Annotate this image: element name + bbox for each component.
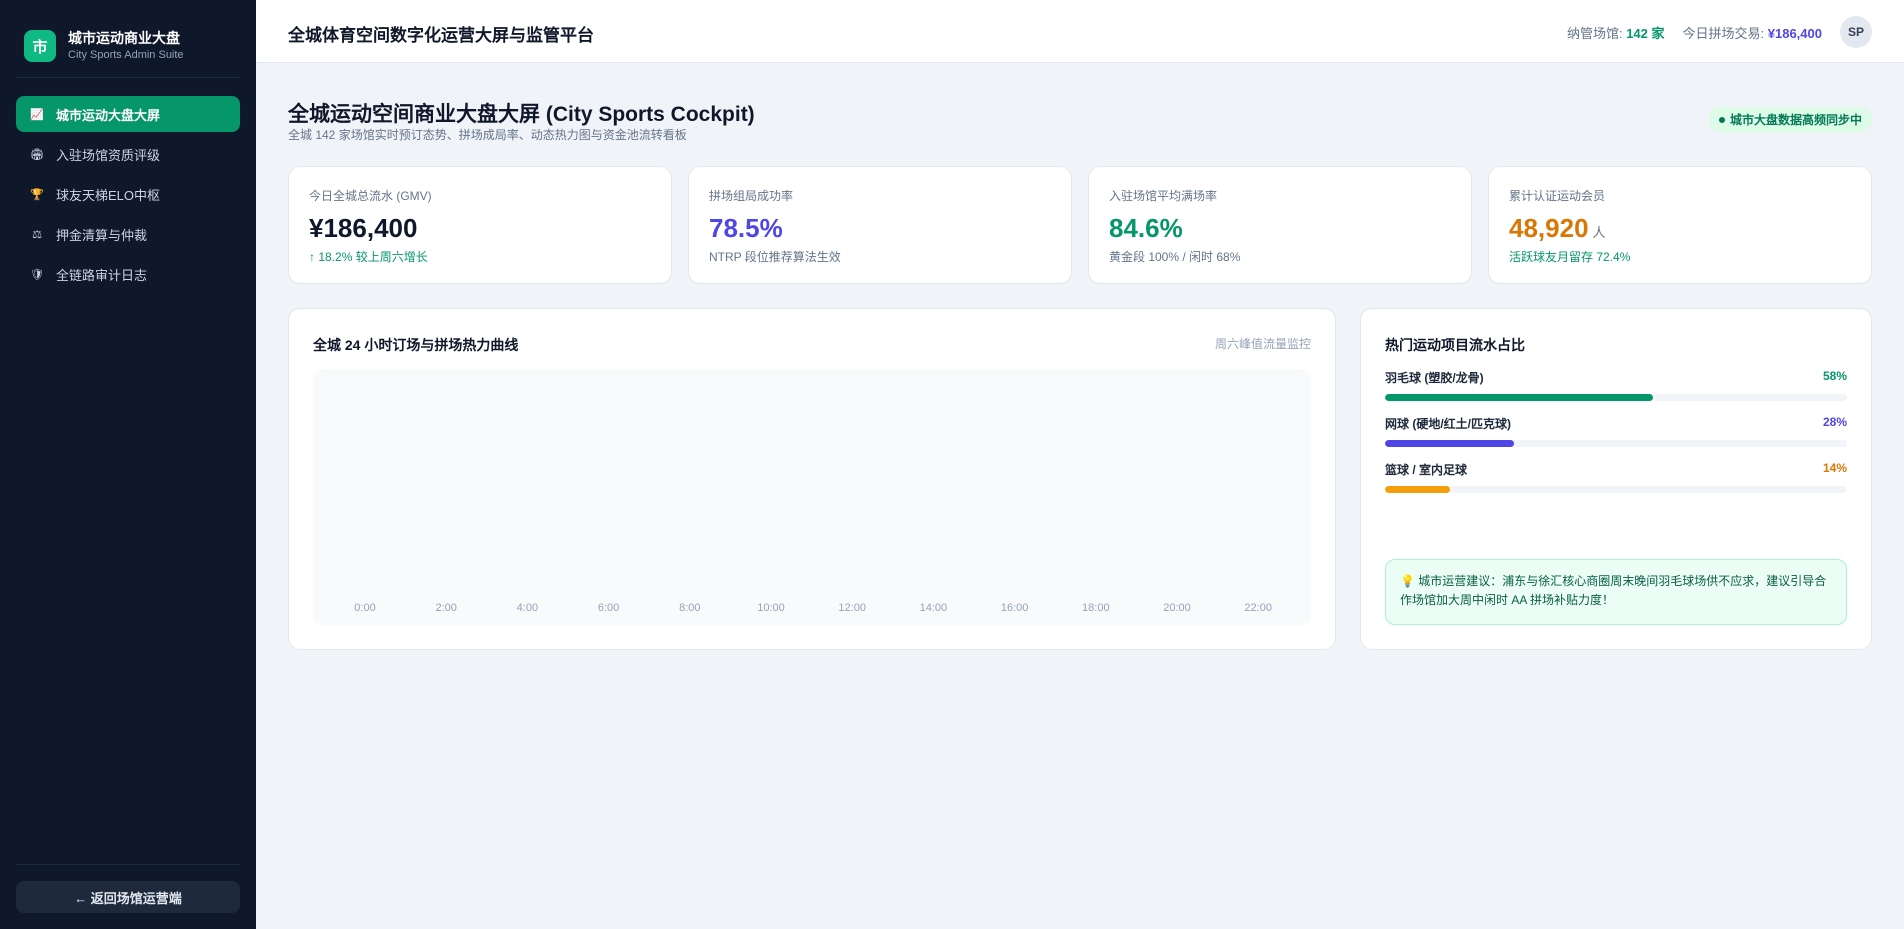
share-track: [1385, 394, 1847, 401]
share-pct: 58%: [1822, 369, 1847, 383]
sidebar-item-venue-rating[interactable]: 🏟 入驻场馆资质评级: [16, 136, 240, 172]
venues-value: 142 家: [1626, 25, 1665, 41]
kpi-value-text: 78.5%: [709, 213, 783, 243]
panel-title: 热门运动项目流水占比: [1385, 337, 1525, 353]
venues-stat: 纳管场馆: 142 家: [1567, 23, 1665, 42]
share-fill: [1385, 486, 1450, 493]
kpi-label: 累计认证运动会员: [1509, 189, 1606, 203]
share-pct: 14%: [1822, 461, 1847, 475]
sidebar-item-audit-log[interactable]: 🛡 全链路审计日志: [16, 256, 240, 292]
sidebar-item-label: 全链路审计日志: [56, 267, 148, 283]
shield-icon: 🛡: [30, 268, 44, 281]
kpi-card-occupancy: 入驻场馆平均满场率 84.6% 黄金段 100% / 闲时 68%: [1088, 166, 1472, 284]
trade-label: 今日拼场交易:: [1682, 25, 1765, 41]
header-title: 全城体育空间数字化运营大屏与监管平台: [288, 26, 594, 45]
sidebar-item-dashboard[interactable]: 📈 城市运动大盘大屏: [16, 96, 240, 132]
sport-share-panel: 热门运动项目流水占比 羽毛球 (塑胶/龙骨) 58% 网球 (硬地/红土/匹克球…: [1360, 308, 1872, 650]
kpi-value: 48,920 人: [1509, 213, 1606, 244]
kpi-note: ↑ 18.2% 较上周六增长: [309, 250, 428, 264]
x-tick-label: 4:00: [516, 602, 539, 614]
x-tick-label: 0:00: [354, 602, 376, 614]
kpi-card-members: 累计认证运动会员 48,920 人 活跃球友月留存 72.4%: [1488, 166, 1872, 284]
sidebar: 市 城市运动商业大盘 City Sports Admin Suite 📈 城市运…: [0, 0, 256, 929]
share-name: 网球 (硬地/红土/匹克球): [1385, 417, 1511, 431]
trade-value: ¥186,400: [1767, 25, 1822, 41]
page-subtitle: 全城 142 家场馆实时预订态势、拼场成局率、动态热力图与资金池流转看板: [288, 128, 687, 142]
sync-status-badge: 城市大盘数据高频同步中: [1708, 107, 1872, 132]
x-tick-label: 16:00: [1000, 602, 1029, 614]
top-header: 全城体育空间数字化运营大屏与监管平台 纳管场馆: 142 家 今日拼场交易: ¥…: [256, 0, 1904, 63]
kpi-value: 84.6%: [1109, 213, 1183, 244]
x-tick-label: 12:00: [838, 602, 866, 614]
venues-label: 纳管场馆:: [1566, 25, 1623, 41]
trade-stat: 今日拼场交易: ¥186,400: [1683, 23, 1822, 42]
share-name: 羽毛球 (塑胶/龙骨): [1385, 371, 1484, 385]
kpi-value: ¥186,400: [309, 213, 417, 244]
sidebar-item-label: 城市运动大盘大屏: [56, 107, 161, 123]
share-track: [1385, 440, 1847, 447]
brand-logo: 市: [24, 30, 56, 62]
panel-meta: 周六峰值流量监控: [1214, 337, 1311, 351]
venue-icon: 🏟: [30, 148, 44, 161]
kpi-label: 今日全城总流水 (GMV): [309, 189, 432, 203]
x-tick-label: 10:00: [757, 602, 785, 614]
panel-title: 全城 24 小时订场与拼场热力曲线: [313, 337, 519, 353]
x-tick-label: 20:00: [1163, 602, 1191, 614]
ops-advice-box: 💡 城市运营建议：浦东与徐汇核心商圈周末晚间羽毛球场供不应求，建议引导合作场馆加…: [1385, 559, 1847, 625]
sidebar-divider: [16, 864, 240, 865]
brand-subtitle: City Sports Admin Suite: [68, 49, 184, 61]
kpi-note: 黄金段 100% / 闲时 68%: [1109, 250, 1241, 264]
x-tick-label: 14:00: [919, 602, 948, 614]
kpi-card-match-rate: 拼场组局成功率 78.5% NTRP 段位推荐算法生效: [688, 166, 1072, 284]
share-pct: 28%: [1822, 415, 1847, 429]
sidebar-item-elo-ladder[interactable]: 🏆 球友天梯ELO中枢: [16, 176, 240, 212]
sidebar-item-label: 押金清算与仲裁: [56, 227, 148, 243]
sidebar-nav: 📈 城市运动大盘大屏 🏟 入驻场馆资质评级 🏆 球友天梯ELO中枢 ⚖ 押金清算…: [16, 96, 240, 296]
share-row-tennis: 网球 (硬地/红土/匹克球) 28%: [1385, 415, 1847, 447]
kpi-note: 活跃球友月留存 72.4%: [1509, 250, 1631, 264]
x-tick-label: 2:00: [435, 602, 457, 614]
kpi-unit: 人: [1592, 225, 1606, 240]
kpi-card-gmv: 今日全城总流水 (GMV) ¥186,400 ↑ 18.2% 较上周六增长: [288, 166, 672, 284]
share-fill: [1385, 394, 1653, 401]
sidebar-item-label: 球友天梯ELO中枢: [56, 187, 161, 203]
chart-icon: 📈: [30, 108, 44, 121]
trophy-icon: 🏆: [30, 188, 44, 201]
share-name: 篮球 / 室内足球: [1385, 463, 1468, 477]
x-tick-label: 18:00: [1082, 602, 1110, 614]
kpi-note: NTRP 段位推荐算法生效: [709, 250, 841, 264]
kpi-value: 78.5%: [709, 213, 783, 244]
share-fill: [1385, 440, 1515, 447]
sidebar-item-deposit-arbitration[interactable]: ⚖ 押金清算与仲裁: [16, 216, 240, 252]
x-tick-label: 6:00: [597, 602, 620, 614]
sidebar-item-label: 入驻场馆资质评级: [56, 147, 161, 163]
heat-chart-area: 0:00 2:00 4:00 6:00 8:00 10:00 12:00 14:00 16:00…: [313, 369, 1311, 625]
status-dot-icon: [1718, 116, 1725, 123]
share-row-basketball: 篮球 / 室内足球 14%: [1385, 461, 1847, 493]
x-tick-label: 8:00: [679, 602, 701, 614]
avatar[interactable]: SP: [1840, 16, 1872, 48]
kpi-value-text: 48,920: [1509, 213, 1589, 243]
share-track: [1385, 486, 1847, 493]
kpi-value-text: ¥186,400: [309, 213, 418, 243]
back-to-venue-button[interactable]: ← 返回场馆运营端: [16, 881, 240, 913]
share-row-badminton: 羽毛球 (塑胶/龙骨) 58%: [1385, 369, 1847, 401]
brand: 市 城市运动商业大盘 City Sports Admin Suite: [24, 30, 184, 62]
sidebar-divider: [16, 77, 240, 78]
brand-title: 城市运动商业大盘: [68, 30, 180, 46]
kpi-value-text: 84.6%: [1109, 213, 1183, 243]
kpi-label: 入驻场馆平均满场率: [1109, 189, 1218, 203]
heat-curve-panel: 全城 24 小时订场与拼场热力曲线 周六峰值流量监控 0:00 2:00 4:00 6…: [288, 308, 1336, 650]
sync-label: 城市大盘数据高频同步中: [1729, 113, 1862, 127]
page-title: 全城运动空间商业大盘大屏 (City Sports Cockpit): [288, 103, 755, 126]
scale-icon: ⚖: [32, 228, 42, 241]
kpi-label: 拼场组局成功率: [709, 189, 794, 203]
x-tick-label: 22:00: [1244, 602, 1272, 614]
